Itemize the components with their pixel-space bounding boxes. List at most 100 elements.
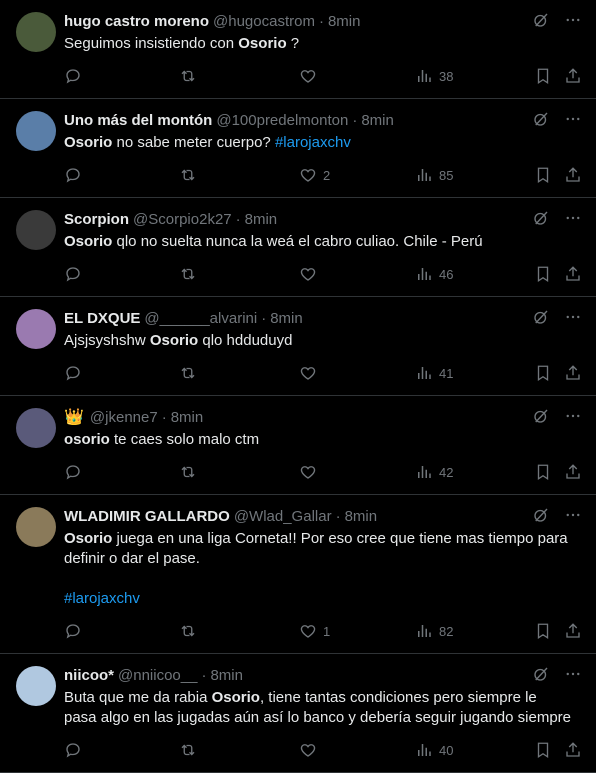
more-icon[interactable] (564, 110, 582, 133)
tweet[interactable]: hugo castro moreno @hugocastrom · 8min Segui… (0, 0, 596, 99)
more-icon[interactable] (564, 506, 582, 529)
author-name[interactable]: niicoo* (64, 666, 114, 686)
reply-button[interactable] (64, 166, 82, 184)
timestamp[interactable]: 8min (270, 309, 303, 329)
author-handle[interactable]: @______alvarini (144, 309, 257, 329)
grok-icon[interactable] (532, 665, 550, 688)
hashtag-link[interactable]: #larojaxchv (64, 590, 140, 607)
views-button[interactable]: 85 (415, 166, 453, 184)
author-handle[interactable]: @nniicoo__ (118, 666, 197, 686)
retweet-button[interactable] (179, 67, 197, 85)
grok-icon[interactable] (532, 11, 550, 34)
bookmark-button[interactable] (534, 265, 552, 283)
reply-button[interactable] (64, 67, 82, 85)
timestamp[interactable]: 8min (210, 666, 243, 686)
bookmark-button[interactable] (534, 364, 552, 382)
more-icon[interactable] (564, 308, 582, 331)
avatar[interactable] (16, 12, 56, 52)
reply-button[interactable] (64, 265, 82, 283)
like-button[interactable]: 1 (299, 622, 330, 640)
crown-icon: 👑 (64, 409, 84, 426)
views-button[interactable]: 42 (415, 463, 453, 481)
bookmark-button[interactable] (534, 741, 552, 759)
author-handle[interactable]: @100predelmonton (216, 111, 348, 131)
author-name[interactable]: Scorpion (64, 210, 129, 230)
tweet[interactable]: niicoo* @nniicoo__ · 8min Buta que me da rab… (0, 654, 596, 773)
text-segment: Seguimos insistiendo con (64, 35, 239, 52)
tweet-header: 👑 @jkenne7 · 8min (64, 408, 580, 428)
avatar[interactable] (16, 210, 56, 250)
grok-icon[interactable] (532, 506, 550, 529)
like-button[interactable] (299, 364, 317, 382)
author-name[interactable]: Uno más del montón (64, 111, 212, 131)
tweet[interactable]: WLADIMIR GALLARDO @Wlad_Gallar · 8min Osorio… (0, 495, 596, 654)
like-button[interactable] (299, 265, 317, 283)
views-button[interactable]: 40 (415, 741, 453, 759)
like-button[interactable]: 2 (299, 166, 330, 184)
author-name[interactable]: hugo castro moreno (64, 12, 209, 32)
timestamp[interactable]: 8min (328, 12, 361, 32)
bookmark-button[interactable] (534, 463, 552, 481)
highlighted-term: Osorio (64, 134, 113, 151)
grok-icon[interactable] (532, 209, 550, 232)
views-button[interactable]: 41 (415, 364, 453, 382)
author-handle[interactable]: @Scorpio2k27 (133, 210, 232, 230)
more-icon[interactable] (564, 665, 582, 688)
share-button[interactable] (564, 364, 582, 382)
tweet[interactable]: 👑 @jkenne7 · 8min osorio te caes solo malo c… (0, 396, 596, 495)
author-handle[interactable]: @hugocastrom (213, 12, 315, 32)
like-button[interactable] (299, 463, 317, 481)
timestamp[interactable]: 8min (361, 111, 394, 131)
share-button[interactable] (564, 166, 582, 184)
views-button[interactable]: 38 (415, 67, 453, 85)
reply-button[interactable] (64, 741, 82, 759)
like-button[interactable] (299, 67, 317, 85)
avatar[interactable] (16, 408, 56, 448)
bookmark-button[interactable] (534, 622, 552, 640)
retweet-button[interactable] (179, 364, 197, 382)
share-button[interactable] (564, 741, 582, 759)
avatar[interactable] (16, 309, 56, 349)
like-button[interactable] (299, 741, 317, 759)
retweet-button[interactable] (179, 463, 197, 481)
author-name[interactable]: EL DXQUE (64, 309, 140, 329)
author-handle[interactable]: @jkenne7 (90, 408, 158, 428)
retweet-button[interactable] (179, 265, 197, 283)
reply-button[interactable] (64, 463, 82, 481)
bookmark-button[interactable] (534, 166, 552, 184)
grok-icon[interactable] (532, 110, 550, 133)
tweet[interactable]: Uno más del montón @100predelmonton · 8min O… (0, 99, 596, 198)
author-name[interactable]: WLADIMIR GALLARDO (64, 507, 230, 527)
bookmark-button[interactable] (534, 67, 552, 85)
share-button[interactable] (564, 622, 582, 640)
share-button[interactable] (564, 67, 582, 85)
avatar[interactable] (16, 666, 56, 706)
timeline: hugo castro moreno @hugocastrom · 8min Segui… (0, 0, 596, 773)
views-button[interactable]: 82 (415, 622, 453, 640)
timestamp[interactable]: 8min (345, 507, 378, 527)
timestamp[interactable]: 8min (245, 210, 278, 230)
views-button[interactable]: 46 (415, 265, 453, 283)
retweet-button[interactable] (179, 622, 197, 640)
share-button[interactable] (564, 265, 582, 283)
share-button[interactable] (564, 463, 582, 481)
more-icon[interactable] (564, 209, 582, 232)
grok-icon[interactable] (532, 308, 550, 331)
tweet[interactable]: EL DXQUE @______alvarini · 8min Ajsjsyshshw … (0, 297, 596, 396)
more-icon[interactable] (564, 11, 582, 34)
avatar[interactable] (16, 507, 56, 547)
tweet[interactable]: Scorpion @Scorpio2k27 · 8min Osorio qlo no s… (0, 198, 596, 297)
reply-button[interactable] (64, 622, 82, 640)
retweet-button[interactable] (179, 166, 197, 184)
reply-button[interactable] (64, 364, 82, 382)
author-handle[interactable]: @Wlad_Gallar (234, 507, 332, 527)
grok-icon[interactable] (532, 407, 550, 430)
more-icon[interactable] (564, 407, 582, 430)
highlighted-term: Osorio (238, 35, 287, 52)
timestamp[interactable]: 8min (171, 408, 204, 428)
retweet-button[interactable] (179, 741, 197, 759)
hashtag-link[interactable]: #larojaxchv (275, 134, 351, 151)
avatar[interactable] (16, 111, 56, 151)
tweet-text: Buta que me da rabia Osorio, tiene tanta… (64, 688, 580, 728)
tweet-text: Osorio qlo no suelta nunca la weá el cab… (64, 232, 580, 252)
